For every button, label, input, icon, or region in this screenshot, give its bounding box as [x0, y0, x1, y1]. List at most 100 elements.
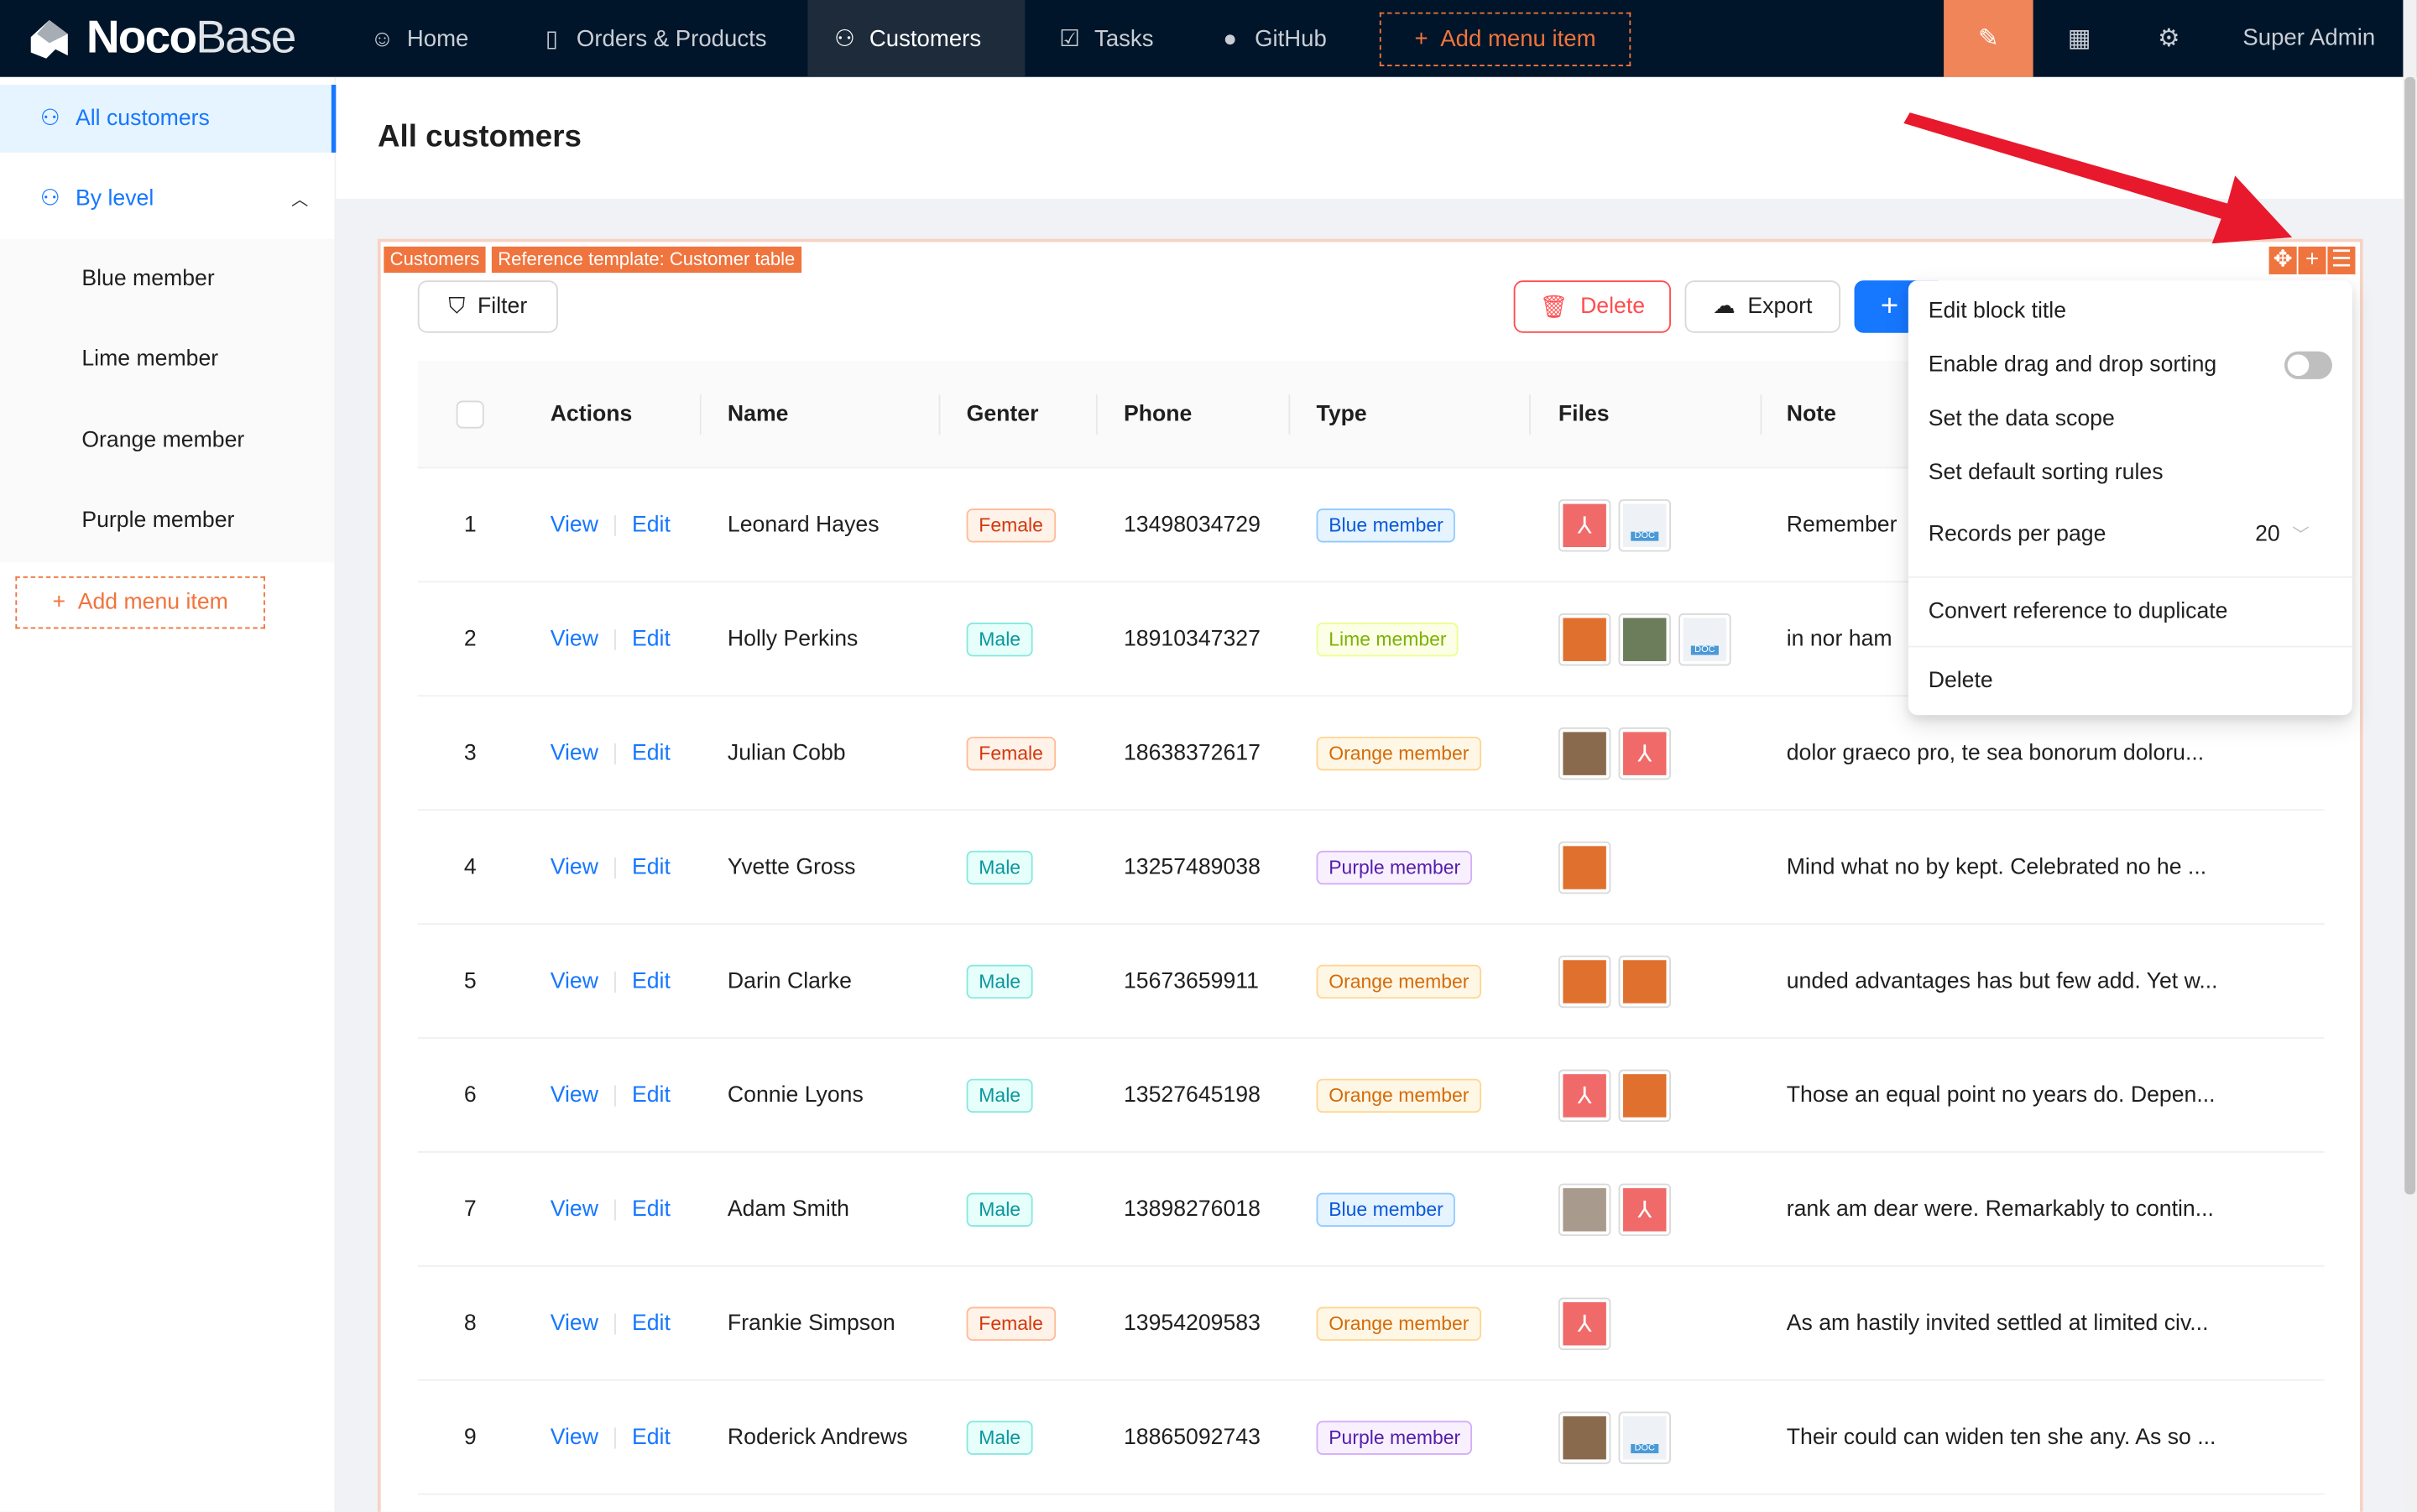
- cell-note: Remember: [1786, 513, 1898, 539]
- image-file-thumbnail[interactable]: [1558, 1411, 1611, 1464]
- action-divider: |: [612, 1311, 619, 1337]
- nav-orders-products[interactable]: ▯ Orders & Products: [514, 0, 791, 77]
- type-tag: Orange member: [1316, 1078, 1482, 1113]
- table-row: 9 View | Edit Roderick Andrews Male 188650…: [417, 1381, 2325, 1495]
- image-file-thumbnail[interactable]: [1618, 1069, 1671, 1123]
- sidebar-item-lime-member[interactable]: Lime member: [0, 326, 336, 394]
- edit-link[interactable]: Edit: [632, 514, 671, 538]
- image-file-thumbnail[interactable]: [1558, 727, 1611, 780]
- menu-item-delete[interactable]: Delete: [1929, 669, 1993, 693]
- scrollbar-thumb[interactable]: [2404, 76, 2416, 1195]
- image-file-thumbnail[interactable]: [1558, 841, 1611, 894]
- select-all-checkbox[interactable]: [456, 400, 484, 429]
- drag-sort-toggle[interactable]: [2284, 351, 2332, 379]
- nav-home[interactable]: ☺ Home: [345, 0, 493, 77]
- menu-icon[interactable]: ☰: [2327, 246, 2356, 274]
- nav-customers[interactable]: ⚇ Customers: [807, 0, 1026, 77]
- records-per-page-value: 20: [2255, 522, 2280, 548]
- filter-button[interactable]: ⛉ Filter: [417, 280, 558, 333]
- edit-link[interactable]: Edit: [632, 1426, 671, 1450]
- user-menu[interactable]: Super Admin: [2242, 24, 2375, 50]
- type-tag: Lime member: [1316, 623, 1459, 657]
- nav-tasks[interactable]: ☑ Tasks: [1033, 0, 1178, 77]
- edit-link[interactable]: Edit: [632, 628, 671, 652]
- column-header-name[interactable]: Name: [728, 361, 789, 469]
- sidebar-item-label: Purple member: [81, 508, 235, 534]
- nocobase-logo[interactable]: Noco Base: [24, 12, 296, 65]
- view-link[interactable]: View: [551, 1197, 598, 1222]
- pdf-file-thumbnail[interactable]: ⅄: [1558, 1069, 1611, 1123]
- doc-file-thumbnail[interactable]: DOC: [1618, 499, 1671, 552]
- row-number: 2: [463, 627, 477, 652]
- pdf-file-thumbnail[interactable]: ⅄: [1618, 1183, 1671, 1237]
- column-divider: [1529, 394, 1531, 435]
- delete-label: Delete: [1580, 294, 1646, 320]
- delete-button[interactable]: 🗑︎ Delete: [1513, 280, 1671, 333]
- menu-item-data-scope[interactable]: Set the data scope: [1929, 407, 2115, 431]
- image-file-thumbnail[interactable]: [1618, 955, 1671, 1009]
- column-header-phone[interactable]: Phone: [1124, 361, 1192, 469]
- edit-link[interactable]: Edit: [632, 1083, 671, 1108]
- settings-button[interactable]: ⚙: [2124, 0, 2214, 77]
- edit-link[interactable]: Edit: [632, 741, 671, 765]
- sidebar-item-by-level[interactable]: ⚇ By level ︿: [0, 165, 336, 233]
- view-link[interactable]: View: [551, 1311, 598, 1336]
- pdf-file-thumbnail[interactable]: ⅄: [1558, 499, 1611, 552]
- page-scrollbar[interactable]: [2403, 0, 2417, 1512]
- view-link[interactable]: View: [551, 741, 598, 765]
- image-file-thumbnail[interactable]: [1618, 613, 1671, 666]
- menu-item-convert-reference[interactable]: Convert reference to duplicate: [1929, 599, 2228, 623]
- menu-item-drag-sort[interactable]: Enable drag and drop sorting: [1929, 353, 2217, 378]
- image-file-thumbnail[interactable]: [1558, 613, 1611, 666]
- image-file-thumbnail[interactable]: [1558, 1183, 1611, 1237]
- plus-icon: +: [1414, 26, 1428, 53]
- view-link[interactable]: View: [551, 969, 598, 993]
- pdf-file-thumbnail[interactable]: ⅄: [1558, 1297, 1611, 1350]
- doc-icon: DOC: [1631, 1443, 1658, 1454]
- export-label: Export: [1747, 294, 1813, 320]
- column-header-actions[interactable]: Actions: [551, 361, 633, 469]
- add-menu-item-button[interactable]: + Add menu item: [1379, 12, 1631, 66]
- records-per-page-select[interactable]: 20 ﹀: [2255, 523, 2310, 547]
- view-link[interactable]: View: [551, 1426, 598, 1450]
- menu-item-sorting-rules[interactable]: Set default sorting rules: [1929, 461, 2164, 485]
- pdf-file-thumbnail[interactable]: ⅄: [1618, 727, 1671, 780]
- cloud-upload-icon: ☁: [1713, 294, 1736, 320]
- column-header-files[interactable]: Files: [1558, 361, 1610, 469]
- view-link[interactable]: View: [551, 514, 598, 538]
- doc-file-thumbnail[interactable]: DOC: [1678, 613, 1731, 666]
- cell-name: Connie Lyons: [727, 1083, 864, 1108]
- cell-gender: Male: [966, 582, 1033, 696]
- column-header-note[interactable]: Note: [1787, 361, 1836, 469]
- edit-link[interactable]: Edit: [632, 969, 671, 993]
- nav-github[interactable]: ● GitHub: [1193, 0, 1352, 77]
- edit-link[interactable]: Edit: [632, 1311, 671, 1336]
- row-actions: View | Edit: [551, 582, 671, 696]
- cell-name: Darin Clarke: [727, 969, 852, 994]
- plugin-manager-button[interactable]: ▦: [2034, 0, 2124, 77]
- edit-link[interactable]: Edit: [632, 855, 671, 879]
- sidebar-item-blue-member[interactable]: Blue member: [0, 245, 336, 313]
- view-link[interactable]: View: [551, 1083, 598, 1108]
- ui-editor-toggle[interactable]: ✎: [1944, 0, 2033, 77]
- cell-files: ⅄: [1558, 1267, 1611, 1381]
- column-header-type[interactable]: Type: [1317, 361, 1367, 469]
- sidebar-add-menu-item-button[interactable]: + Add menu item: [15, 576, 265, 629]
- sidebar-item-purple-member[interactable]: Purple member: [0, 487, 336, 555]
- sidebar-item-orange-member[interactable]: Orange member: [0, 407, 336, 475]
- image-file-thumbnail[interactable]: [1558, 955, 1611, 1009]
- menu-item-edit-block-title[interactable]: Edit block title: [1929, 299, 2066, 323]
- export-button[interactable]: ☁ Export: [1684, 280, 1841, 333]
- view-link[interactable]: View: [551, 628, 598, 652]
- menu-item-records-per-page[interactable]: Records per page: [1929, 523, 2106, 547]
- sidebar-item-all-customers[interactable]: ⚇ All customers: [0, 85, 337, 153]
- cell-type: Purple member: [1316, 811, 1473, 925]
- view-link[interactable]: View: [551, 855, 598, 879]
- cell-name: Adam Smith: [727, 1197, 849, 1223]
- logo-text-bold: Noco: [86, 12, 197, 64]
- cell-gender: Male: [966, 811, 1033, 925]
- doc-file-thumbnail[interactable]: DOC: [1618, 1411, 1671, 1464]
- edit-link[interactable]: Edit: [632, 1197, 671, 1222]
- add-menu-item-label: Add menu item: [1440, 26, 1596, 53]
- column-header-gender[interactable]: Genter: [967, 361, 1039, 469]
